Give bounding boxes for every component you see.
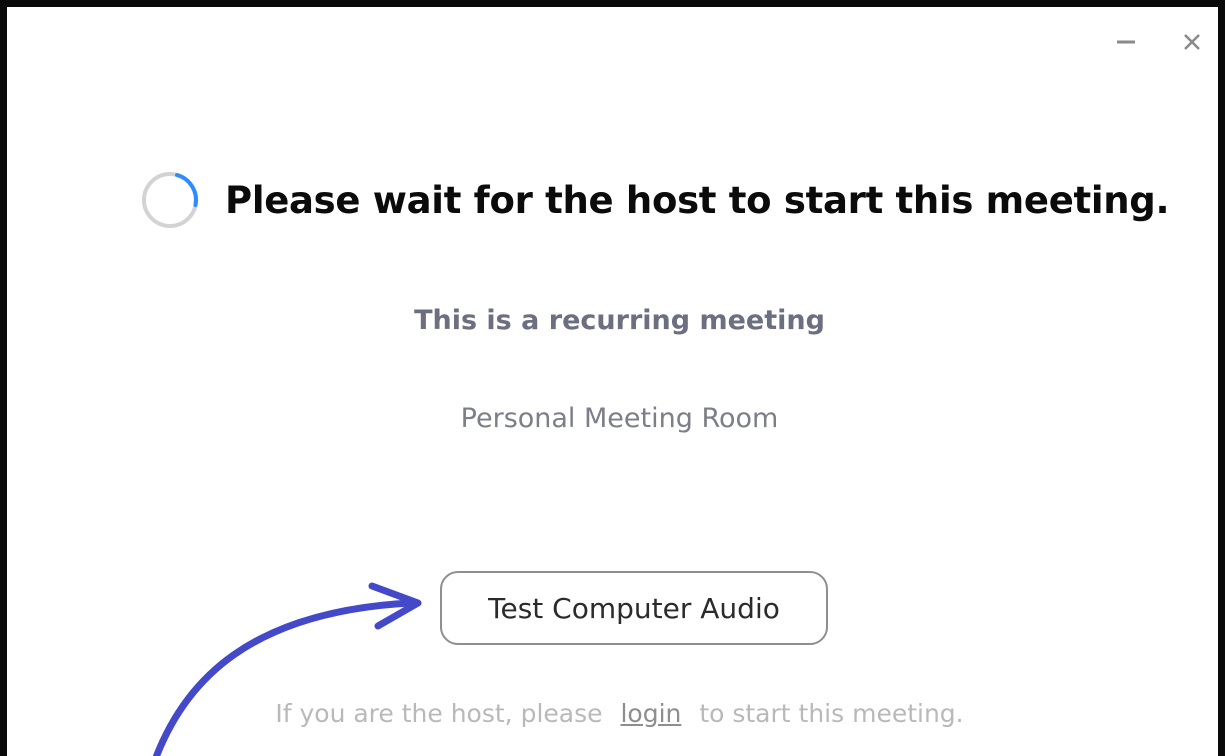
close-icon — [1184, 34, 1200, 50]
close-button[interactable] — [1177, 27, 1207, 57]
meeting-room-name: Personal Meeting Room — [460, 403, 779, 434]
minimize-button[interactable] — [1111, 27, 1141, 57]
host-prompt-prefix: If you are the host, please — [275, 699, 603, 728]
page-title: Please wait for the host to start this m… — [225, 178, 1170, 222]
minimize-icon — [1117, 40, 1135, 44]
host-login-prompt: If you are the host, please login to sta… — [7, 699, 1218, 728]
host-prompt-suffix: to start this meeting. — [699, 699, 964, 728]
login-link[interactable]: login — [620, 699, 681, 728]
recurring-meeting-label: This is a recurring meeting — [414, 305, 825, 336]
zoom-waiting-window: Please wait for the host to start this m… — [0, 0, 1225, 756]
waiting-header: Please wait for the host to start this m… — [137, 167, 1170, 233]
test-computer-audio-button[interactable]: Test Computer Audio — [440, 571, 828, 645]
loading-spinner-icon — [142, 172, 198, 228]
